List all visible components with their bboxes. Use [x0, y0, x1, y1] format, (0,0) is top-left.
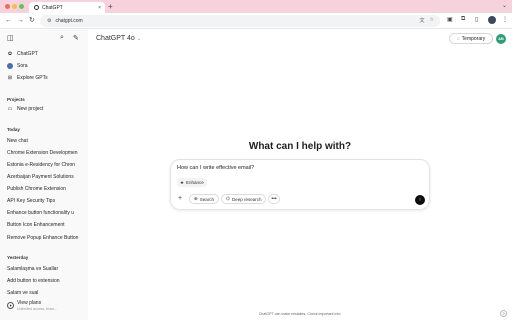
chat-item[interactable]: Publish Chrome Extension [7, 186, 85, 192]
chat-item[interactable]: Salam ve sual [7, 290, 85, 296]
chatgpt-logo-icon: ✿ [7, 51, 13, 57]
yesterday-heading: Yesterday [7, 255, 29, 260]
sidebar-icon[interactable]: ▯ [475, 16, 478, 23]
deep-research-button[interactable]: ⌬ Deep research [221, 194, 267, 204]
forward-arrow-icon[interactable]: → [17, 16, 24, 25]
send-button[interactable]: ↑ [415, 195, 425, 205]
close-window-button[interactable] [5, 4, 10, 9]
kebab-menu-icon[interactable]: ⋮ [502, 16, 508, 23]
translate-icon[interactable]: 文 [420, 17, 425, 24]
chat-item[interactable]: Remove Popup Enhance Button [7, 235, 85, 241]
chat-item[interactable]: Estonia e-Residency for Chron [7, 162, 85, 168]
chat-item[interactable]: Chrome Extension Developmen [7, 150, 85, 156]
grid-icon: ⊞ [7, 75, 13, 81]
profile-avatar[interactable] [488, 16, 496, 24]
temporary-chat-icon: ◌ [456, 35, 460, 42]
toggle-sidebar-icon[interactable]: ◫ [7, 34, 14, 42]
new-project-label: New project [17, 106, 44, 112]
sidebar: ◫ ⌕ ✎ ✿ ChatGPT Sora ⊞ Explore GPTs Proj… [0, 30, 88, 320]
maximize-window-button[interactable] [19, 4, 24, 9]
chat-item[interactable]: New chat [7, 138, 85, 144]
tab-search-chevron-icon[interactable]: ⌄ [502, 2, 507, 9]
new-chat-icon[interactable]: ✎ [73, 34, 79, 42]
minimize-window-button[interactable] [12, 4, 17, 9]
browser-toolbar: ← → ↻ ⚙ chatgpt.com 文 ☆ ▣ ⧉ ▯ ⋮ [0, 13, 512, 29]
deep-research-label: Deep research [231, 196, 262, 202]
tab-close-icon[interactable]: × [98, 5, 101, 11]
today-heading: Today [7, 127, 20, 132]
arrow-up-icon: ↑ [418, 197, 422, 203]
sparkle-plan-icon: ✦ [7, 302, 14, 309]
chat-item[interactable]: API Key Security Tips [7, 198, 85, 204]
disclaimer-text: ChatGPT can make mistakes. Check importa… [258, 312, 342, 316]
view-plans-button[interactable]: ✦ View plans Unlimited access, team... [7, 300, 57, 311]
projects-heading: Projects [7, 97, 25, 102]
sidebar-item-sora[interactable]: Sora [7, 63, 28, 69]
model-selector[interactable]: ChatGPT 4o ⌄ [96, 35, 141, 42]
star-icon[interactable]: ☆ [430, 17, 434, 24]
url-text: chatgpt.com [55, 18, 83, 24]
plans-title: View plans [17, 300, 42, 306]
puzzle-extensions-icon[interactable]: ⧉ [461, 16, 465, 23]
enhance-button[interactable]: ★ Enhance [177, 178, 207, 187]
sidebar-item-label: Sora [17, 63, 28, 69]
browser-tab[interactable]: ChatGPT × [29, 2, 105, 13]
more-tools-button[interactable]: ••• [268, 194, 280, 204]
sidebar-item-explore-gpts[interactable]: ⊞ Explore GPTs [7, 75, 48, 81]
sidebar-item-label: ChatGPT [17, 51, 38, 57]
chat-item[interactable]: Add button to extension [7, 278, 85, 284]
search-icon[interactable]: ⌕ [60, 34, 64, 42]
telescope-icon: ⌬ [226, 196, 230, 201]
help-icon[interactable]: ? [500, 310, 507, 317]
search-button[interactable]: ⊕ Search [189, 194, 220, 204]
folder-plus-icon: ▭ [7, 106, 13, 112]
site-info-icon[interactable]: ⚙ [47, 18, 51, 24]
chat-item[interactable]: Button Icon Enhancement [7, 222, 85, 228]
browser-tab-strip: ChatGPT × + ⌄ [0, 0, 512, 13]
extension-icon[interactable]: ▣ [447, 16, 453, 23]
chat-item[interactable]: Enhance button functionality u [7, 210, 85, 216]
back-arrow-icon[interactable]: ← [5, 16, 12, 25]
sidebar-item-chatgpt[interactable]: ✿ ChatGPT [7, 51, 38, 57]
prompt-composer[interactable]: How can I write effective email? ★ Enhan… [170, 159, 430, 210]
address-bar[interactable]: ⚙ chatgpt.com 文 ☆ [40, 15, 440, 27]
star-icon: ★ [180, 179, 185, 185]
chat-item[interactable]: Salamlaşma və Suallar [7, 266, 85, 272]
reload-icon[interactable]: ↻ [29, 16, 35, 25]
new-project-button[interactable]: ▭ New project [7, 106, 44, 112]
chevron-down-icon: ⌄ [136, 36, 141, 42]
enhance-label: Enhance [186, 180, 204, 185]
page-title: What can I help with? [248, 141, 352, 152]
sidebar-item-label: Explore GPTs [17, 75, 48, 81]
user-avatar[interactable]: AB [496, 34, 506, 44]
tab-title: ChatGPT [42, 4, 63, 11]
search-label: Search [199, 196, 215, 202]
chatgpt-favicon-icon [34, 5, 39, 10]
model-name: ChatGPT 4o [96, 35, 135, 42]
globe-icon: ⊕ [194, 196, 198, 201]
plans-subtitle: Unlimited access, team... [17, 307, 58, 311]
temporary-chat-button[interactable]: ◌ Temporary [449, 33, 493, 44]
new-tab-button[interactable]: + [108, 2, 113, 11]
temporary-label: Temporary [461, 35, 486, 42]
prompt-input[interactable]: How can I write effective email? [177, 165, 254, 171]
chat-item[interactable]: Azerbaijan Payment Solutions [7, 174, 85, 180]
sora-icon [7, 63, 13, 69]
main-area: ChatGPT 4o ⌄ ◌ Temporary AB What can I h… [88, 30, 512, 320]
attach-plus-icon[interactable]: + [178, 195, 182, 202]
